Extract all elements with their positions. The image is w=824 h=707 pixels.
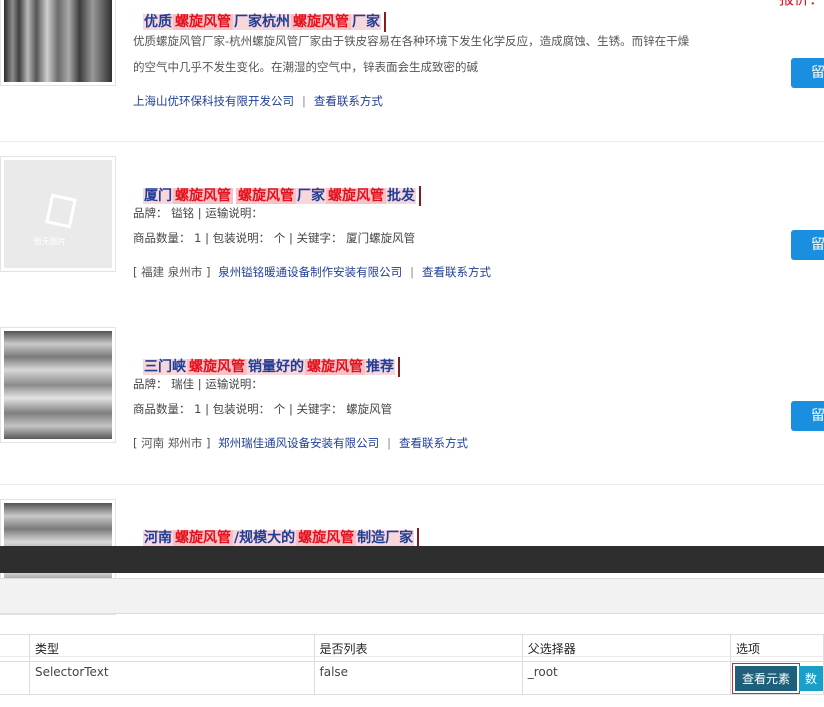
column-header: 父选择器 [522,634,731,662]
is-list-cell: false [314,661,523,695]
message-button[interactable]: 留 [791,58,824,88]
photo-placeholder-icon [45,193,77,229]
devtools-toolbar [0,546,824,573]
duct-photo [4,0,112,82]
title-segment: 推荐 [365,359,395,375]
devtools-subbar [0,578,824,614]
keyword-highlight: 螺旋风管 [326,188,386,204]
keyword-highlight: 螺旋风管 [291,14,351,30]
product-description-cont: 的空气中几乎不发生变化。在潮湿的空气中，锌表面会生成致密的碱 [133,60,478,74]
product-thumbnail[interactable]: 暂无图片 [0,156,116,272]
separator: | [410,265,414,279]
keyword-highlight: 螺旋风管 [173,188,233,204]
message-button[interactable]: 留 [791,401,824,431]
placeholder-image: 暂无图片 [4,160,112,268]
title-segment: 厂家 [296,188,326,204]
column-header: 是否列表 [314,634,523,662]
product-thumbnail[interactable] [0,327,116,443]
company-line: [ 河南 郑州市 ] 郑州瑞佳通风设备安装有限公司 | 查看联系方式 [133,435,468,451]
title-segment: 优质 [143,14,173,30]
product-description: 优质螺旋风管厂家-杭州螺旋风管厂家由于铁皮容易在各种环境下发生化学反应，造成腐蚀… [133,34,690,48]
title-segment: 河南 [143,530,173,546]
table-row[interactable]: SelectorText false _root 查看元素数 [0,661,824,695]
title-segment: 批发 [386,188,416,204]
product-listing: 优质 螺旋风管 厂家杭州 螺旋风管 厂家 优质螺旋风管厂家-杭州螺旋风管厂家由于铁皮容易… [0,0,824,142]
product-listing: 三门峡 螺旋风管 销量好的 螺旋风管 推荐 品牌： 瑞佳 | 运输说明： 商品数量： 1… [0,313,824,485]
product-quantity: 商品数量： 1 | 包装说明： 个 | 关键字： 厦门螺旋风管 [133,231,416,245]
separator: | [387,436,391,450]
selector-table: 类型 是否列表 父选择器 选项 SelectorText false _root… [0,634,824,695]
product-listing: 暂无图片 厦门 螺旋风管 螺旋风管 厂家 螺旋风管 批发 品牌： 镒铭 | 运输说明： 商… [0,142,824,314]
company-line: 上海山优环保科技有限开发公司 | 查看联系方式 [133,93,383,109]
contact-link[interactable]: 查看联系方式 [422,265,491,279]
title-segment: 厂家 [351,14,381,30]
data-preview-button[interactable]: 数 [798,666,823,691]
product-title[interactable]: 三门峡 螺旋风管 销量好的 螺旋风管 推荐 [143,357,400,377]
keyword-highlight: 螺旋风管 [305,359,365,375]
title-segment: /规模大的 [233,530,297,546]
company-link[interactable]: 上海山优环保科技有限开发公司 [133,94,294,108]
keyword-highlight: 螺旋风管 [173,530,233,546]
options-cell: 查看元素数 [730,661,824,695]
title-segment: 三门峡 [143,359,187,375]
title-segment: 制造厂家 [356,530,415,546]
title-segment: 厦门 [143,188,173,204]
parent-selector-cell: _root [522,661,731,695]
location: [ 福建 泉州市 ] [133,265,211,279]
keyword-highlight: 螺旋风管 [173,14,233,30]
product-title[interactable]: 河南 螺旋风管/规模大的 螺旋风管 制造厂家 [143,528,420,548]
type-cell: SelectorText [29,661,315,695]
location: [ 河南 郑州市 ] [133,436,211,450]
column-header: 选项 [730,634,824,662]
column-header: 类型 [29,634,315,662]
column-header-blank [0,634,30,662]
keyword-highlight: 螺旋风管 [236,188,296,204]
view-element-button[interactable]: 查看元素 [731,663,800,694]
separator: | [302,94,306,108]
title-segment: 销量好的 [247,359,305,375]
product-brand: 品牌： 镒铭 | 运输说明： [133,206,263,220]
keyword-highlight: 螺旋风管 [187,359,247,375]
product-title[interactable]: 优质 螺旋风管 厂家杭州 螺旋风管 厂家 [143,12,386,32]
company-link[interactable]: 泉州镒铭暖通设备制作安装有限公司 [218,265,402,279]
company-line: [ 福建 泉州市 ] 泉州镒铭暖通设备制作安装有限公司 | 查看联系方式 [133,264,491,280]
keyword-highlight: 螺旋风管 [296,530,357,546]
product-quantity: 商品数量： 1 | 包装说明： 个 | 关键字： 螺旋风管 [133,402,393,416]
product-brand: 品牌： 瑞佳 | 运输说明： [133,377,263,391]
title-segment: 厂家杭州 [233,14,291,30]
contact-link[interactable]: 查看联系方式 [314,94,383,108]
product-thumbnail[interactable] [0,0,116,86]
product-title[interactable]: 厦门 螺旋风管 螺旋风管 厂家 螺旋风管 批发 [143,186,421,206]
message-button[interactable]: 留 [791,230,824,260]
contact-link[interactable]: 查看联系方式 [399,436,468,450]
placeholder-caption: 暂无图片 [34,237,66,246]
duct-photo [4,331,112,439]
row-cell-blank [0,661,30,695]
price-label: 报价： [779,0,824,9]
table-header-row: 类型 是否列表 父选择器 选项 [0,634,824,662]
company-link[interactable]: 郑州瑞佳通风设备安装有限公司 [218,436,379,450]
